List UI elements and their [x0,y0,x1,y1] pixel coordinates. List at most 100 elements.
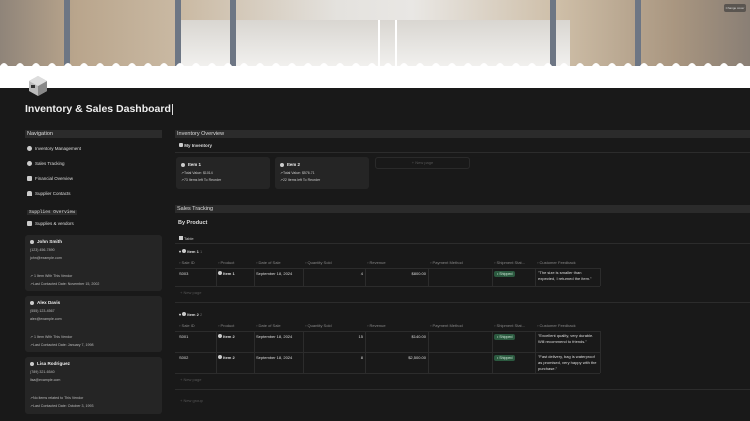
new-page-button[interactable]: + New page [180,290,201,295]
text-icon: ▫ [430,323,432,328]
supplier-contacted: ↗Last Contacted Date: November 15, 2002 [30,282,100,286]
status-badge[interactable]: • Shipped [494,334,516,340]
column-header[interactable]: ▫ Product [218,260,234,265]
column-header[interactable]: ▫ Product [218,323,234,328]
sales-tracking-header: Sales Tracking [175,205,750,213]
column-divider [254,352,255,373]
my-inventory-view-tab[interactable]: My Inventory [179,143,212,148]
date-cell[interactable]: September 18, 2024 [256,355,292,360]
sale-id-cell[interactable]: S003 [179,271,188,276]
revenue-cell[interactable]: $2,500.00 [367,355,426,360]
column-header[interactable]: ▫ Shipment Stat... [494,323,525,328]
row-divider [175,373,600,374]
supplier-card[interactable]: John Smith (123) 456-7890 john@example.c… [25,235,162,291]
column-label: Quantity Sold [307,323,332,328]
date-cell[interactable]: September 18, 2024 [256,334,292,339]
sale-id-cell[interactable]: S001 [179,334,188,339]
by-product-heading: By Product [178,220,208,226]
product-cell[interactable]: Item 2 [218,334,235,339]
nav-inventory-management[interactable]: Inventory Management [27,146,81,151]
nav-financial-overview[interactable]: Financial Overview [27,176,73,181]
inventory-reorder-text: 22 Items left To Reorder [282,178,321,182]
person-icon [30,239,34,244]
gear-icon [218,271,222,275]
column-header[interactable]: ▫ Sale ID [179,260,195,265]
date-cell[interactable]: September 18, 2024 [256,271,292,276]
revenue-cell[interactable]: $140.00 [367,334,426,339]
group-header[interactable]: ▾ Item 2 2 [179,312,202,317]
supplier-contacted: ↗Last Contacted Date: October 3, 1993 [30,404,94,408]
text-icon: ▫ [537,323,539,328]
nav-label: Financial Overview [35,176,74,181]
inventory-overview-header: Inventory Overview [175,130,750,138]
status-text: Shipped [499,356,513,360]
table-view-tab[interactable]: Table [179,236,194,241]
inventory-reorder: ↗73 Items left To Reorder [181,178,222,182]
group-header[interactable]: ▾ Item 1 1 [179,249,202,254]
box-icon[interactable] [28,75,48,97]
group-name: Item 1 [187,249,199,254]
column-header[interactable]: ▫ Shipment Stat... [494,260,525,265]
column-divider [365,331,366,352]
column-header[interactable]: ▫ Revenue [367,260,386,265]
nav-sales-tracking[interactable]: Sales Tracking [27,161,65,166]
gear-icon [181,162,185,167]
inventory-reorder-text: 73 Items left To Reorder [183,178,222,182]
status-text: Shipped [499,272,513,276]
column-header[interactable]: ▫ Payment Method [430,323,463,328]
column-header[interactable]: ▫ Payment Method [430,260,463,265]
column-divider [254,268,255,286]
quantity-cell[interactable]: 8 [305,355,363,360]
supplier-card[interactable]: Alex Davis (555) 123-4567 alex@example.c… [25,296,162,352]
view-label: My Inventory [184,143,213,148]
nav-supplier-contacts[interactable]: Supplier Contacts [27,191,71,196]
supplier-name: John Smith [37,239,63,244]
box-icon [179,143,183,147]
currency-icon: ▫ [367,323,369,328]
row-divider [175,268,600,269]
new-inventory-page-button[interactable]: + New page [375,157,470,169]
inventory-value-text: Total Value: $1014 [183,171,213,175]
inventory-card[interactable]: Item 2 ↗Total Value: $576.71 ↗22 Items l… [275,157,369,189]
column-header[interactable]: ▫ Date of Sale [256,260,281,265]
table-icon [27,221,32,226]
status-icon: ▫ [494,323,496,328]
feedback-cell[interactable]: "Fast delivery, bag is waterproof as pro… [538,354,598,372]
change-cover-button[interactable]: Change cover [724,4,746,12]
new-page-button[interactable]: + New page [180,377,201,382]
column-divider [428,331,429,352]
supplier-phone: (123) 456-7890 [30,248,55,252]
revenue-cell[interactable]: $800.00 [367,271,426,276]
new-group-button[interactable]: + New group [180,398,203,403]
status-badge[interactable]: • Shipped [494,271,516,277]
column-header[interactable]: ▫ Date of Sale [256,323,281,328]
column-header[interactable]: ▫ Quantity Sold [305,260,332,265]
column-header[interactable]: ▫ Customer Feedback [537,260,576,265]
supplier-card[interactable]: Lisa Rodriguez (789) 321-6540 lisa@examp… [25,357,162,414]
quantity-cell[interactable]: 4 [305,271,363,276]
supplier-email: john@example.com [30,256,62,260]
product-cell[interactable]: Item 1 [218,271,235,276]
inventory-item-name: Item 2 [287,162,301,167]
column-label: Shipment Stat... [496,260,526,265]
person-icon [30,300,34,305]
column-label: Customer Feedback [539,323,576,328]
inventory-card[interactable]: Item 1 ↗Total Value: $1014 ↗73 Items lef… [176,157,270,189]
supplier-contacted-text: Last Contacted Date: October 3, 1993 [33,404,94,408]
status-badge[interactable]: • Shipped [494,355,516,361]
product-name: Item 2 [223,334,235,339]
supplier-items-text: 1 Item With This Vendor [34,274,73,278]
column-header[interactable]: ▫ Sale ID [179,323,195,328]
supplies-vendors-link[interactable]: Supplies & vendors [27,221,74,226]
column-header[interactable]: ▫ Customer Feedback [537,323,576,328]
product-cell[interactable]: Item 2 [218,355,235,360]
quantity-cell[interactable]: 15 [305,334,363,339]
feedback-cell[interactable]: "The size is smaller than expected, I re… [538,270,598,282]
sale-id-cell[interactable]: S002 [179,355,188,360]
column-header[interactable]: ▫ Revenue [367,323,386,328]
page-title[interactable]: Inventory & Sales Dashboard [25,103,173,115]
feedback-cell[interactable]: "Excellent quality, very durable. Will r… [538,333,598,345]
inventory-value-text: Total Value: $576.71 [282,171,315,175]
column-header[interactable]: ▫ Quantity Sold [305,323,332,328]
person-icon [30,361,34,366]
